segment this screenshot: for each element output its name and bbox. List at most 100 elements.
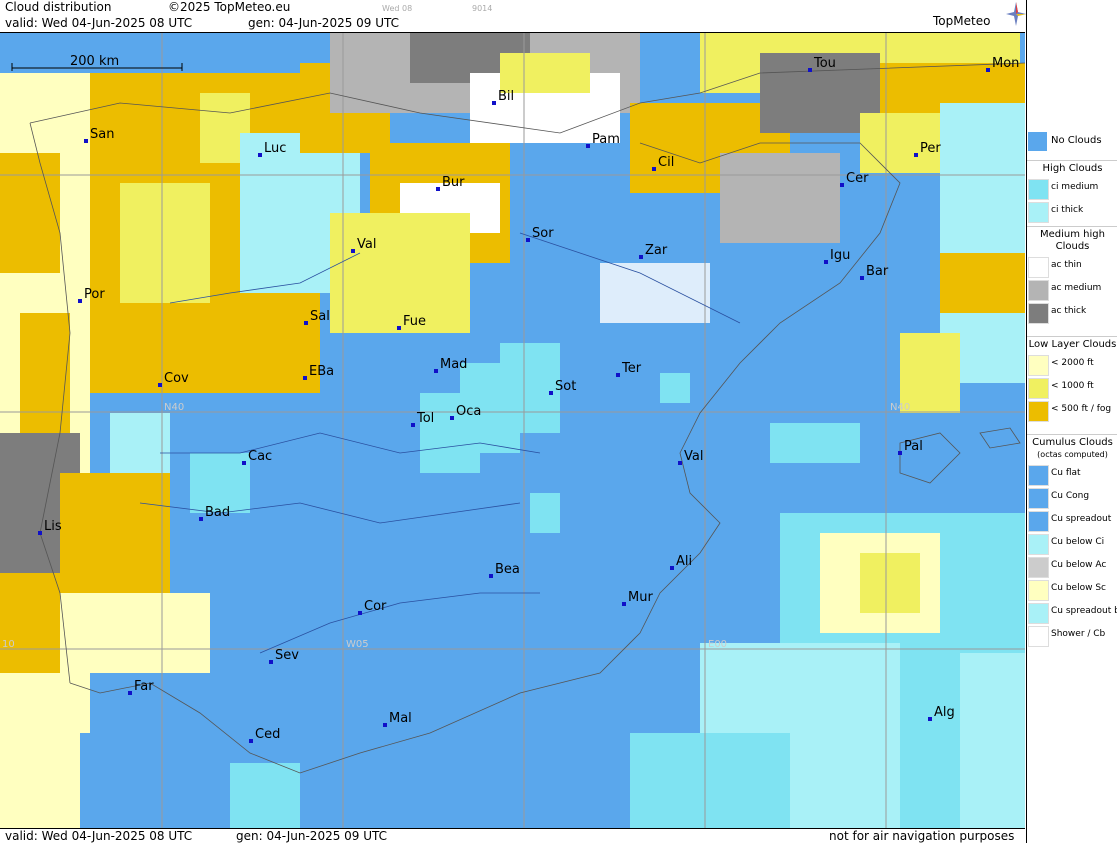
city-marker xyxy=(928,717,932,721)
generated-time: gen: 04-Jun-2025 09 UTC xyxy=(248,16,400,30)
grid-label-e00: E00 xyxy=(708,639,727,650)
legend-label: Shower / Cb xyxy=(1051,629,1106,639)
legend-swatch xyxy=(1028,557,1049,578)
legend-medium: Medium high Clouds ac thin ac medium ac th… xyxy=(1027,226,1117,324)
city-label: Por xyxy=(84,287,105,302)
brand-name: TopMeteo xyxy=(933,14,991,28)
legend-panel: No Clouds High Clouds ci medium ci thick … xyxy=(1026,0,1117,843)
city-marker xyxy=(258,153,262,157)
city-marker xyxy=(639,255,643,259)
legend-item: < 500 ft / fog xyxy=(1027,399,1117,422)
valid-time: valid: Wed 04-Jun-2025 08 UTC xyxy=(5,16,193,30)
legend-label: ac thick xyxy=(1051,306,1087,316)
city-marker xyxy=(199,517,203,521)
city-marker xyxy=(78,299,82,303)
city-label: Lis xyxy=(44,519,62,534)
legend-item: Shower / Cb xyxy=(1027,624,1117,647)
city-label: Cer xyxy=(846,171,869,186)
legend-swatch xyxy=(1028,488,1049,509)
city-marker xyxy=(914,153,918,157)
city-marker xyxy=(616,373,620,377)
grid-label-n40-west: N40 xyxy=(164,402,184,413)
city-label: Cil xyxy=(658,155,674,170)
legend-swatch xyxy=(1028,401,1049,422)
city-label: Bil xyxy=(498,89,514,104)
city-marker xyxy=(84,139,88,143)
legend-label: Cu below Sc xyxy=(1051,583,1106,593)
legend-item: ac thick xyxy=(1027,301,1117,324)
legend-label: Cu flat xyxy=(1051,468,1081,478)
legend-swatch xyxy=(1028,179,1049,200)
city-marker xyxy=(397,326,401,330)
mini-code-label: 9014 xyxy=(472,4,493,13)
legend-item: Cu spreadout below Ci xyxy=(1027,601,1117,624)
city-marker xyxy=(411,423,415,427)
legend-cumulus: Cumulus Clouds (octas computed) Cu flat C… xyxy=(1027,434,1117,647)
city-label: Tou xyxy=(813,56,836,71)
city-label: Mal xyxy=(389,711,412,726)
legend-item: Cu below Sc xyxy=(1027,578,1117,601)
city-label: San xyxy=(90,127,114,142)
city-marker xyxy=(678,461,682,465)
city-marker xyxy=(492,101,496,105)
legend-label: Cu spreadout below Ci xyxy=(1051,606,1117,616)
city-marker xyxy=(358,611,362,615)
grid-label-w05: W05 xyxy=(346,639,369,650)
cloud-map[interactable]: 200 km N40 N40 W05 E00 10 San Luc Bil Pam To… xyxy=(0,33,1025,828)
legend-swatch xyxy=(1028,280,1049,301)
city-marker xyxy=(269,660,273,664)
legend-subheading-cumulus: (octas computed) xyxy=(1037,450,1108,459)
city-marker xyxy=(526,238,530,242)
city-marker xyxy=(158,383,162,387)
city-label: Alg xyxy=(934,705,955,720)
city-marker xyxy=(436,187,440,191)
legend-swatch xyxy=(1028,580,1049,601)
legend-swatch xyxy=(1028,626,1049,647)
navigation-disclaimer: not for air navigation purposes xyxy=(829,829,1015,843)
legend-item: ac medium xyxy=(1027,278,1117,301)
legend-item: Cu below Ci xyxy=(1027,532,1117,555)
city-marker xyxy=(303,376,307,380)
city-label: Oca xyxy=(456,404,481,419)
legend-heading-medium: Medium high Clouds xyxy=(1040,229,1105,252)
city-label: Pal xyxy=(904,439,923,454)
city-label: Val xyxy=(357,237,376,252)
legend-label-no-clouds: No Clouds xyxy=(1051,135,1102,146)
city-label: Zar xyxy=(645,243,668,258)
legend-swatch xyxy=(1028,465,1049,486)
legend-heading-high: High Clouds xyxy=(1042,163,1103,174)
city-marker xyxy=(38,531,42,535)
legend-label: ci medium xyxy=(1051,182,1099,192)
legend-item: ci thick xyxy=(1027,200,1117,223)
city-label: Sal xyxy=(310,309,330,324)
legend-item: Cu below Ac xyxy=(1027,555,1117,578)
city-marker xyxy=(808,68,812,72)
city-marker xyxy=(128,691,132,695)
legend-label: ac thin xyxy=(1051,260,1082,270)
legend-swatch xyxy=(1028,378,1049,399)
city-marker xyxy=(450,416,454,420)
city-marker xyxy=(898,451,902,455)
city-label: Mon xyxy=(992,56,1019,71)
city-marker xyxy=(549,391,553,395)
city-label: Bar xyxy=(866,264,889,279)
legend-heading-low: Low Layer Clouds xyxy=(1028,339,1117,350)
city-marker xyxy=(489,574,493,578)
compass-star-icon xyxy=(1006,2,1026,26)
legend-item: Cu Cong xyxy=(1027,486,1117,509)
city-label: Cac xyxy=(248,449,272,464)
city-label: Tol xyxy=(416,411,434,426)
legend-item: Cu spreadout xyxy=(1027,509,1117,532)
city-label: Per xyxy=(920,141,941,156)
grid-label-10: 10 xyxy=(2,639,15,650)
legend-no-clouds: No Clouds xyxy=(1027,130,1117,153)
city-label: Cov xyxy=(164,371,189,386)
legend-label: < 500 ft / fog xyxy=(1051,404,1112,414)
scale-bar: 200 km xyxy=(11,54,183,71)
legend-label: Cu Cong xyxy=(1051,491,1090,501)
city-marker xyxy=(670,566,674,570)
cloud-field xyxy=(0,33,1025,828)
map-canvas: 200 km N40 N40 W05 E00 10 San Luc Bil Pam To… xyxy=(0,33,1025,828)
map-header: Cloud distribution ©2025 TopMeteo.eu val… xyxy=(0,0,1026,33)
city-marker xyxy=(304,321,308,325)
